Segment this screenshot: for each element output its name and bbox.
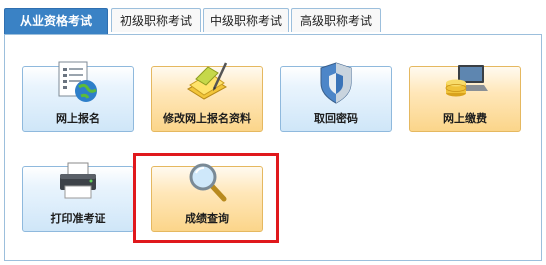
tab-junior-title-exam[interactable]: 初级职称考试 bbox=[111, 8, 201, 32]
score-inquiry-button[interactable]: 成绩查询 bbox=[151, 163, 263, 232]
retrieve-password-button[interactable]: 取回密码 bbox=[280, 62, 392, 132]
modify-registration-label: 修改网上报名资料 bbox=[163, 112, 251, 125]
form-globe-icon bbox=[58, 61, 97, 102]
tab-senior-title-exam[interactable]: 高级职称考试 bbox=[291, 8, 381, 32]
tab-qualification-exam[interactable]: 从业资格考试 bbox=[4, 8, 108, 34]
print-admission-ticket-button[interactable]: 打印准考证 bbox=[22, 162, 134, 232]
print-admission-ticket-label: 打印准考证 bbox=[50, 212, 106, 225]
tab-intermediate-title-exam[interactable]: 中级职称考试 bbox=[203, 8, 289, 32]
modify-registration-button[interactable]: 修改网上报名资料 bbox=[151, 62, 263, 132]
shield-icon bbox=[320, 62, 352, 104]
online-registration-button[interactable]: 网上报名 bbox=[22, 61, 134, 132]
coins-laptop-icon bbox=[445, 65, 488, 97]
online-registration-label: 网上报名 bbox=[56, 112, 100, 125]
magnifier-icon bbox=[189, 163, 227, 202]
retrieve-password-label: 取回密码 bbox=[314, 112, 358, 125]
printer-icon bbox=[60, 162, 96, 199]
online-payment-label: 网上缴费 bbox=[443, 112, 487, 125]
online-payment-button[interactable]: 网上缴费 bbox=[409, 65, 521, 132]
exam-tab-bar: 从业资格考试 初级职称考试 中级职称考试 高级职称考试 bbox=[4, 8, 542, 34]
exam-services-panel: 网上报名 修改网上报名资料 取回密码 网上缴费 打印准考证 成绩查询 bbox=[4, 34, 542, 261]
edit-note-icon bbox=[187, 62, 228, 100]
score-inquiry-label: 成绩查询 bbox=[185, 212, 229, 225]
